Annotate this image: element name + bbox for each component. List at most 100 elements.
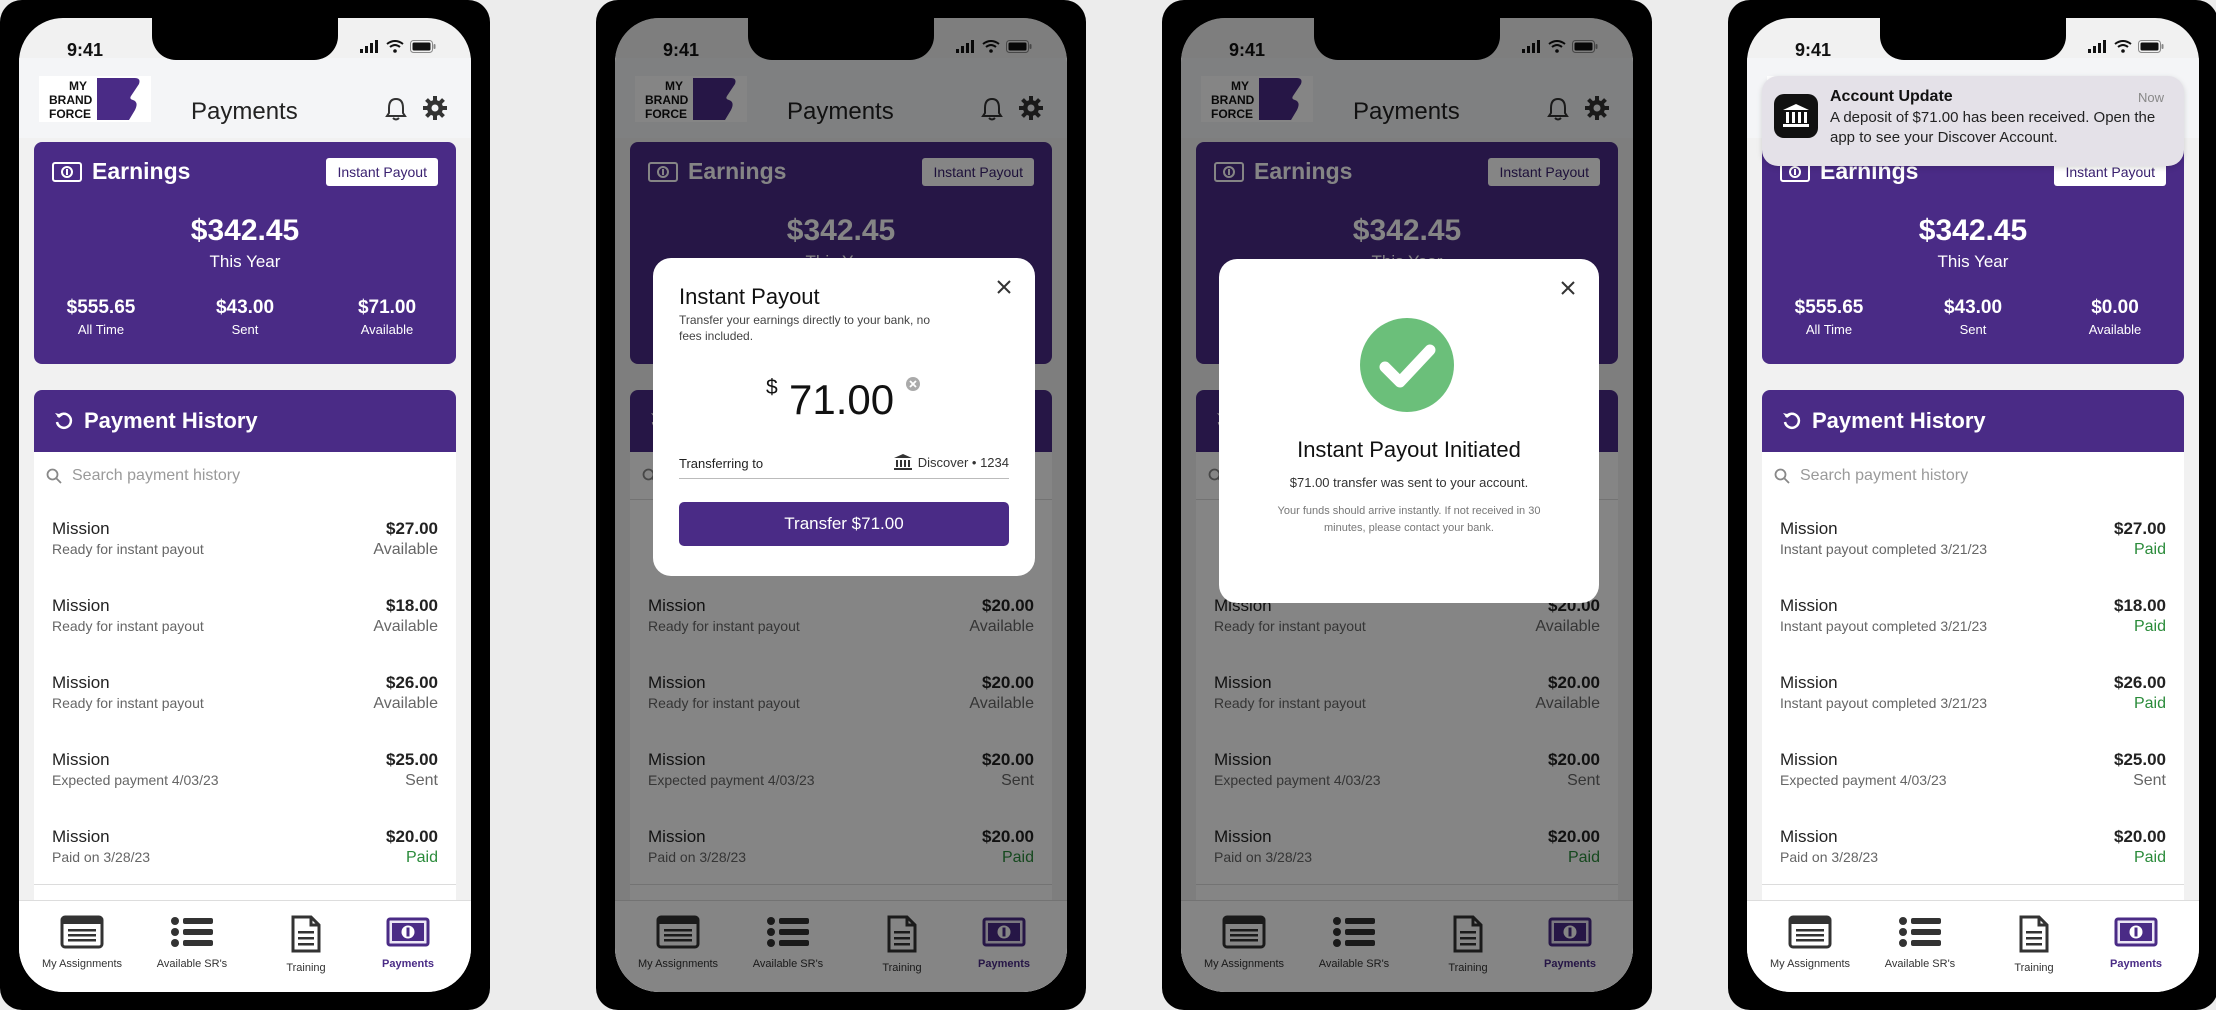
tab-payments[interactable]: Payments (353, 915, 463, 970)
payment-history-title-text: Payment History (84, 408, 258, 433)
divider (679, 478, 1009, 479)
close-icon[interactable] (1559, 279, 1577, 297)
money-icon (52, 161, 82, 182)
payment-row[interactable]: Mission Instant payout completed 3/21/23 $… (1762, 499, 2184, 577)
bank-icon (893, 454, 912, 470)
payment-status: Sent (405, 772, 438, 789)
tab-my-assignments[interactable]: My Assignments (27, 915, 137, 970)
payment-detail: Expected payment 4/03/23 (1780, 772, 1947, 788)
payment-amount: $25.00 (2114, 750, 2166, 769)
bank-app-icon (1774, 94, 1818, 138)
wifi-icon (386, 40, 404, 53)
payment-amount: $20.00 (2114, 827, 2166, 846)
all-time-label: All Time (77, 322, 125, 337)
payment-title: Mission (1780, 827, 1838, 846)
sent-label: Sent (1959, 322, 1987, 337)
payment-status: Paid (2133, 541, 2166, 558)
notification-time: Now (2137, 90, 2164, 105)
success-message: $71.00 transfer was sent to your account… (1289, 475, 1529, 490)
all-time-value: $555.65 (66, 297, 136, 318)
payment-history-title-text: Payment History (1812, 408, 1986, 433)
tab-label: Training (2014, 962, 2054, 974)
payment-detail: Ready for instant payout (52, 541, 204, 557)
payment-amount: $25.00 (386, 750, 438, 769)
page-title: Payments (191, 98, 298, 125)
tab-my-assignments[interactable]: My Assignments (1755, 915, 1865, 970)
payment-title: Mission (1780, 750, 1838, 769)
payment-row[interactable]: Mission Paid on 3/28/23 $20.00 Paid (1762, 807, 2184, 885)
close-icon[interactable] (995, 278, 1013, 296)
payment-detail: Paid on 3/28/23 (1780, 849, 1879, 865)
bank-account[interactable]: Discover • 1234 (893, 454, 1009, 470)
payment-row[interactable]: Mission Ready for instant payout $18.00 Ava… (34, 576, 456, 654)
tab-bar: My Assignments Available SR's Training P… (19, 900, 471, 992)
clear-icon[interactable] (905, 376, 921, 392)
payment-row[interactable]: Mission Expected payment 4/03/23 $25.00 Sen… (1762, 730, 2184, 808)
tab-available-srs[interactable]: Available SR's (1865, 915, 1975, 970)
instant-payout-button[interactable]: Instant Payout (326, 158, 438, 186)
signal-icon (2088, 40, 2106, 53)
payment-title: Mission (52, 827, 110, 846)
stat-sent: $43.00 Sent (190, 297, 300, 337)
tab-training[interactable]: Training (251, 915, 361, 974)
payment-status: Paid (405, 849, 438, 866)
modal-title: Instant Payout (679, 284, 820, 309)
document-icon (2019, 915, 2049, 953)
phone-notch (1880, 18, 2066, 60)
tab-payments[interactable]: Payments (2081, 915, 2191, 970)
payment-detail: Instant payout completed 3/21/23 (1780, 541, 1988, 557)
currency-symbol: $ (766, 376, 778, 399)
tab-bar: My Assignments Available SR's Training P… (1747, 900, 2199, 992)
money-icon (386, 917, 430, 947)
transfer-button[interactable]: Transfer $71.00 (679, 502, 1009, 546)
payment-title: Mission (1780, 519, 1838, 538)
all-time-value: $555.65 (1794, 297, 1864, 318)
sent-value: $43.00 (1943, 297, 2003, 318)
payment-status: Sent (2133, 772, 2166, 789)
search-input[interactable]: Search payment history (34, 452, 456, 500)
stat-all-time: $555.65 All Time (1774, 297, 1884, 337)
this-year-label: This Year (1937, 252, 2009, 271)
tab-label: My Assignments (41, 958, 123, 970)
push-notification[interactable]: Account Update Now A deposit of $71.00 h… (1762, 76, 2184, 166)
payment-amount: $18.00 (2114, 596, 2166, 615)
payment-status: Available (373, 618, 438, 635)
payment-detail: Expected payment 4/03/23 (52, 772, 219, 788)
gear-icon[interactable] (423, 96, 447, 120)
wifi-icon (2114, 40, 2132, 53)
payment-row[interactable]: Mission Instant payout completed 3/21/23 $… (1762, 653, 2184, 731)
search-placeholder: Search payment history (1800, 466, 1969, 484)
history-icon (55, 412, 73, 429)
payment-row[interactable]: Mission Ready for instant payout $26.00 Ava… (34, 653, 456, 731)
phone-notch (152, 18, 338, 60)
stat-available: $71.00 Available (332, 297, 442, 337)
payment-amount: $27.00 (386, 519, 438, 538)
logo-line-3: FORCE (49, 107, 91, 121)
payment-detail: Instant payout completed 3/21/23 (1780, 618, 1988, 634)
tab-available-srs[interactable]: Available SR's (137, 915, 247, 970)
payment-title: Mission (1780, 673, 1838, 692)
payment-row[interactable]: Mission Ready for instant payout $27.00 Ava… (34, 499, 456, 577)
logo-line-1: MY (69, 79, 87, 93)
list-icon (171, 917, 213, 947)
payment-row[interactable]: Mission Paid on 3/28/23 $20.00 Paid (34, 807, 456, 885)
search-input[interactable]: Search payment history (1762, 452, 2184, 500)
status-icons (2088, 40, 2165, 53)
brand-logo[interactable]: MY BRAND FORCE (39, 76, 151, 122)
payment-status: Available (373, 541, 438, 558)
payment-detail: Paid on 3/28/23 (52, 849, 151, 865)
earnings-title-text: Earnings (92, 158, 191, 184)
payment-row[interactable]: Mission Instant payout completed 3/21/23 $… (1762, 576, 2184, 654)
tab-label: Available SR's (156, 958, 228, 970)
this-year-label: This Year (209, 252, 281, 271)
tab-label: My Assignments (1769, 958, 1851, 970)
tab-training[interactable]: Training (1979, 915, 2089, 974)
all-time-label: All Time (1805, 322, 1853, 337)
notification-title: Account Update (1830, 88, 1953, 105)
available-value: $0.00 (2091, 297, 2139, 318)
bell-icon[interactable] (384, 96, 408, 122)
stat-all-time: $555.65 All Time (46, 297, 156, 337)
payout-amount[interactable]: 71.00 (789, 376, 894, 424)
payment-row[interactable]: Mission Expected payment 4/03/23 $25.00 Sen… (34, 730, 456, 808)
logo-line-2: BRAND (49, 93, 93, 107)
